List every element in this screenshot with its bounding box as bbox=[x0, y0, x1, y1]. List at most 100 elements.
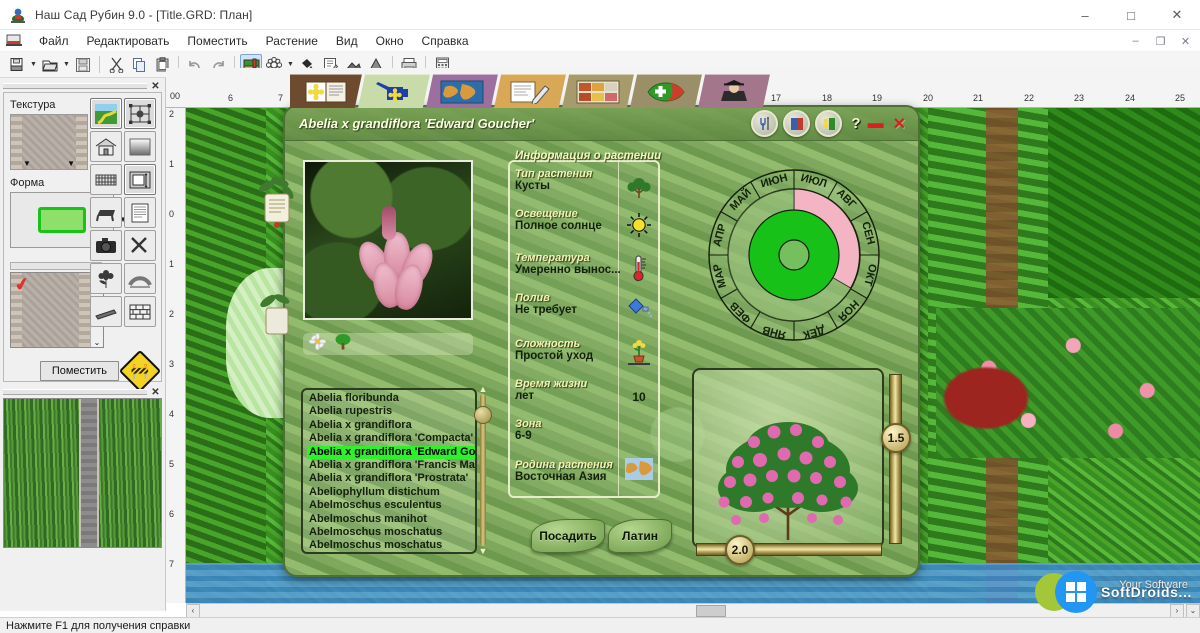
new-icon[interactable] bbox=[6, 54, 28, 76]
vertical-ruler[interactable]: 2 1 0 1 2 3 4 5 6 7 bbox=[166, 108, 186, 603]
document-plan-icon bbox=[6, 33, 23, 48]
panel2-close-icon[interactable]: ✕ bbox=[149, 387, 162, 398]
open-icon[interactable] bbox=[39, 54, 61, 76]
list-item[interactable]: Abelmoschus manihot bbox=[307, 513, 475, 526]
info-plant-type: Тип растения Кусты bbox=[515, 168, 625, 192]
tab-encyclopedia[interactable] bbox=[290, 74, 362, 108]
info-value: Восточная Азия bbox=[515, 471, 607, 483]
bench-icon[interactable] bbox=[90, 197, 122, 228]
texture-list-item[interactable]: ✔ bbox=[11, 273, 90, 347]
list-item[interactable]: Abelmoschus moschatus bbox=[307, 539, 475, 552]
scrollbar-thumb[interactable] bbox=[696, 604, 726, 617]
bloom-calendar-wheel[interactable]: ИЮН ИЮЛ АВГ СЕН ОКТ НОЯ ДЕК ЯНВ ФЕВ МАР … bbox=[707, 168, 881, 342]
plant-photo[interactable] bbox=[303, 160, 473, 320]
plant-list[interactable]: Abelia floribunda Abelia rupestris Abeli… bbox=[301, 388, 477, 554]
list-item[interactable]: Abeliophyllum distichum bbox=[307, 486, 475, 499]
copy-icon[interactable] bbox=[128, 54, 150, 76]
tab-academy[interactable] bbox=[698, 74, 770, 108]
plant-button[interactable]: Посадить bbox=[531, 519, 605, 553]
mdi-window-controls: – ❐ ✕ bbox=[1123, 32, 1198, 50]
scrollbar-thumb[interactable] bbox=[474, 406, 492, 424]
mdi-restore-button[interactable]: ❐ bbox=[1148, 32, 1173, 50]
mdi-close-button[interactable]: ✕ bbox=[1173, 32, 1198, 50]
list-item[interactable]: Abelmoschus moschatus bbox=[307, 526, 475, 539]
dialog-title: Abelia x grandiflora 'Edward Goucher' bbox=[299, 116, 535, 131]
fence-icon[interactable] bbox=[90, 164, 122, 195]
scroll-up-icon[interactable]: ▲ bbox=[477, 384, 489, 394]
open-dropdown-arrow[interactable]: ▼ bbox=[62, 61, 71, 68]
measure-icon[interactable] bbox=[124, 164, 156, 195]
width-ruler[interactable] bbox=[696, 543, 882, 556]
tab-gallery[interactable] bbox=[562, 74, 634, 108]
dialog-title-bar[interactable]: Abelia x grandiflora 'Edward Goucher' ? … bbox=[285, 107, 918, 141]
place-button[interactable]: Поместить bbox=[39, 361, 119, 381]
ruler-tick-6: 6 bbox=[228, 93, 234, 103]
plant-label-button[interactable] bbox=[815, 110, 843, 137]
tab-health[interactable] bbox=[630, 74, 702, 108]
tab-notes[interactable] bbox=[494, 74, 566, 108]
plant-list-scrollbar[interactable]: ▲ ▼ bbox=[474, 384, 492, 556]
structure-grid-icon[interactable] bbox=[124, 98, 156, 129]
info-key: Температура bbox=[515, 252, 590, 264]
list-item-selected[interactable]: Abelia x grandiflora 'Edward Go... bbox=[307, 445, 475, 460]
dialog-minimize-icon[interactable]: ▬ bbox=[868, 115, 884, 131]
lifespan-value: 10 bbox=[632, 390, 646, 404]
minimize-button[interactable]: – bbox=[1062, 0, 1108, 30]
panel2-grip[interactable]: ✕ bbox=[3, 386, 162, 398]
list-item[interactable]: Abelia x grandiflora 'Prostrata' bbox=[307, 472, 475, 485]
maximize-button[interactable]: □ bbox=[1108, 0, 1154, 30]
flower-wheel-dropdown-arrow[interactable]: ▼ bbox=[286, 61, 295, 68]
panel-grip[interactable]: ✕ bbox=[3, 80, 162, 92]
gradient-icon[interactable] bbox=[124, 131, 156, 162]
camera-icon[interactable] bbox=[90, 230, 122, 261]
garden-tools-button[interactable] bbox=[751, 110, 779, 137]
ruler-tick-20: 20 bbox=[923, 93, 934, 103]
cut-icon[interactable] bbox=[105, 54, 127, 76]
menu-edit[interactable]: Редактировать bbox=[78, 32, 179, 50]
form-shape-rect bbox=[38, 207, 86, 233]
tab-watering[interactable] bbox=[358, 74, 430, 108]
list-icon[interactable] bbox=[124, 197, 156, 228]
flower-icon[interactable] bbox=[308, 332, 327, 355]
texture-swatch[interactable]: ▼ ▼ bbox=[10, 114, 88, 170]
plant-icon[interactable] bbox=[90, 263, 122, 294]
close-button[interactable]: ✕ bbox=[1154, 0, 1200, 30]
menu-file[interactable]: Файл bbox=[30, 32, 78, 50]
panel-close-icon[interactable]: ✕ bbox=[149, 81, 162, 92]
grass-path-preview[interactable] bbox=[3, 398, 162, 548]
landscape-icon[interactable] bbox=[90, 98, 122, 129]
height-ruler[interactable] bbox=[889, 374, 902, 544]
list-item[interactable]: Abelia x grandiflora 'Francis Ma... bbox=[307, 459, 475, 472]
mdi-minimize-button[interactable]: – bbox=[1123, 32, 1148, 50]
height-value-knob[interactable]: 1.5 bbox=[881, 423, 911, 453]
width-value-knob[interactable]: 2.0 bbox=[725, 535, 755, 565]
list-item[interactable]: Abelia x grandiflora bbox=[307, 419, 475, 432]
latin-button[interactable]: Латин bbox=[608, 519, 672, 553]
dialog-close-icon[interactable]: ✕ bbox=[893, 114, 906, 134]
menu-plant[interactable]: Растение bbox=[257, 32, 327, 50]
list-item[interactable]: Abelia floribunda bbox=[307, 392, 475, 405]
house-icon[interactable] bbox=[90, 131, 122, 162]
scroll-down-icon[interactable]: ▼ bbox=[477, 546, 489, 556]
tab-map[interactable] bbox=[426, 74, 498, 108]
scroll-left-icon[interactable]: ‹ bbox=[186, 603, 200, 618]
tree-icon[interactable] bbox=[334, 333, 352, 355]
menu-help[interactable]: Справка bbox=[413, 32, 478, 50]
new-dropdown-arrow[interactable]: ▼ bbox=[29, 61, 38, 68]
list-item[interactable]: Abelia rupestris bbox=[307, 405, 475, 418]
list-item[interactable]: Abelia x grandiflora 'Compacta' bbox=[307, 432, 475, 445]
menu-place[interactable]: Поместить bbox=[178, 32, 256, 50]
watermark: SoftDroids... bbox=[1034, 571, 1192, 613]
bridge-icon[interactable] bbox=[124, 263, 156, 294]
plant-size-preview[interactable] bbox=[692, 368, 884, 548]
log-icon[interactable] bbox=[90, 296, 122, 327]
plant-card-button[interactable] bbox=[783, 110, 811, 137]
scroll-down-icon[interactable]: ⌄ bbox=[94, 338, 101, 347]
brick-wall-icon[interactable] bbox=[124, 296, 156, 327]
dialog-help-icon[interactable]: ? bbox=[851, 115, 860, 132]
list-item[interactable]: Abelmoschus esculentus bbox=[307, 499, 475, 512]
save-icon[interactable] bbox=[72, 54, 94, 76]
menu-window[interactable]: Окно bbox=[367, 32, 413, 50]
tools-icon[interactable] bbox=[124, 230, 156, 261]
menu-view[interactable]: Вид bbox=[327, 32, 367, 50]
